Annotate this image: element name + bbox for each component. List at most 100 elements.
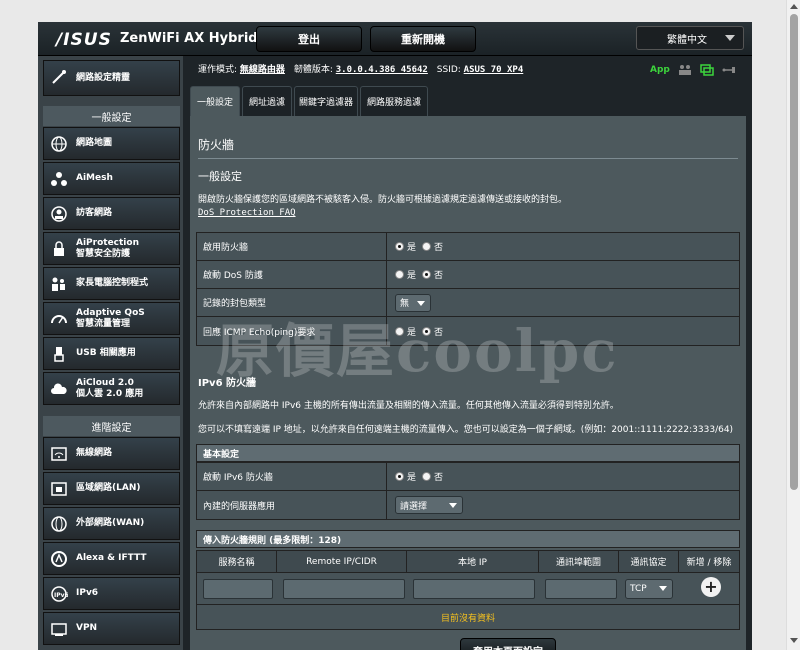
general-settings-heading: 一般設定 — [43, 106, 180, 126]
add-rule-button[interactable]: + — [701, 577, 721, 597]
sidebar-item-quick-setup[interactable]: 網路設定精靈 — [43, 60, 180, 96]
clients-icon[interactable] — [678, 64, 692, 76]
column-header: 通訊協定 — [619, 551, 679, 573]
logout-button[interactable]: 登出 — [256, 26, 362, 52]
sidebar-item-usb[interactable]: USB 相關應用 — [43, 337, 180, 370]
network-status-icon[interactable] — [700, 64, 714, 76]
sidebar-item-parental-control[interactable]: 家長電腦控制程式 — [43, 267, 180, 300]
sidebar-item-vpn[interactable]: VPN — [43, 612, 180, 645]
lan-icon — [51, 482, 67, 496]
firmware-link[interactable]: 3.0.0.4.386_45642 — [336, 65, 428, 75]
logged-packets-label: 記錄的封包類型 — [197, 289, 387, 316]
vpn-icon — [51, 623, 67, 636]
table-row: 記錄的封包類型 無 — [197, 289, 739, 317]
operation-mode-link[interactable]: 無線路由器 — [240, 65, 285, 75]
enable-firewall-label: 啟用防火牆 — [197, 233, 387, 260]
sidebar-item-label: 家長電腦控制程式 — [76, 278, 149, 288]
family-icon — [52, 277, 65, 291]
scrollbar-thumb[interactable] — [790, 14, 798, 490]
enable-firewall-yes-radio[interactable] — [395, 242, 404, 251]
sidebar-item-guest-network[interactable]: 訪客網路 — [43, 197, 180, 230]
plus-icon: + — [704, 577, 718, 596]
sidebar-item-adaptive-qos[interactable]: Adaptive QoS 智慧流量管理 — [43, 302, 180, 335]
sidebar-item-aimesh[interactable]: AiMesh — [43, 162, 180, 195]
divider — [198, 158, 738, 159]
service-name-input[interactable] — [203, 579, 273, 599]
enable-firewall-no-radio[interactable] — [422, 242, 432, 251]
icmp-echo-yes-radio[interactable] — [395, 326, 404, 336]
cloud-icon — [51, 383, 67, 394]
svg-text:IPv6: IPv6 — [54, 592, 68, 599]
chevron-down-icon — [659, 586, 667, 591]
language-select[interactable]: 繁體中文 — [636, 26, 744, 50]
table-row: 回應 ICMP Echo(ping)要求 是 否 — [197, 317, 739, 345]
ipv6-firewall-title: IPv6 防火牆 — [198, 378, 257, 389]
tab-keyword-filter[interactable]: 關鍵字過濾器 — [294, 86, 358, 116]
ipv6-firewall-no-radio[interactable] — [422, 472, 432, 481]
page-title: 防火牆 — [198, 138, 235, 152]
sidebar-item-ipv6[interactable]: IPv6 IPv6 — [43, 577, 180, 610]
ssid-link[interactable]: ASUS_70_XP4 — [464, 65, 524, 75]
sidebar-item-network-map[interactable]: 網路地圖 — [43, 127, 180, 160]
sidebar-item-wireless[interactable]: 無線網路 — [43, 437, 180, 470]
logged-packets-select[interactable]: 無 — [395, 293, 431, 312]
ipv6-firewall-yes-radio[interactable] — [395, 472, 404, 481]
sidebar-item-label: 外部網路(WAN) — [76, 518, 145, 528]
column-header: 服務名稱 — [197, 551, 277, 573]
icmp-echo-no-radio[interactable] — [422, 326, 432, 336]
dos-protection-yes-radio[interactable] — [395, 270, 404, 279]
status-icons: App — [650, 64, 736, 76]
guest-network-icon — [51, 206, 67, 222]
tab-url-filter[interactable]: 網址過濾 — [242, 86, 292, 116]
app-link[interactable]: App — [650, 65, 670, 75]
wifi-icon — [51, 447, 67, 461]
sidebar-item-label: 訪客網路 — [76, 208, 113, 218]
builtin-server-select[interactable]: 請選擇 — [395, 496, 463, 514]
section-title-general: 一般設定 — [198, 170, 242, 183]
dos-faq-link[interactable]: DoS Protection FAQ — [198, 208, 296, 218]
reboot-button[interactable]: 重新開機 — [370, 26, 476, 52]
sidebar: 網路設定精靈 一般設定 網路地圖 AiMesh 訪客網路 AiProtectio… — [38, 56, 183, 650]
protocol-select[interactable]: TCP — [625, 579, 673, 599]
sidebar-item-label: Adaptive QoS 智慧流量管理 — [76, 307, 145, 329]
column-header: 通訊埠範圍 — [539, 551, 619, 573]
enable-ipv6-firewall-label: 啟動 IPv6 防火牆 — [197, 463, 387, 490]
scroll-down-icon[interactable] — [790, 638, 798, 643]
column-header: Remote IP/CIDR — [277, 551, 407, 573]
remote-ip-input[interactable] — [283, 579, 405, 599]
sidebar-item-alexa-ifttt[interactable]: Alexa & IFTTT — [43, 542, 180, 575]
sidebar-item-aicloud[interactable]: AiCloud 2.0 個人雲 2.0 應用 — [43, 372, 180, 405]
sidebar-item-aiprotection[interactable]: AiProtection 智慧安全防護 — [43, 232, 180, 265]
usb-status-icon[interactable] — [722, 64, 736, 76]
ipv6-description: 允許來自內部網路中 IPv6 主機的所有傳出流量及相關的傳入流量。任何其他傳入流… — [198, 401, 619, 411]
sidebar-item-lan[interactable]: 區域網路(LAN) — [43, 472, 180, 505]
port-range-input[interactable] — [545, 579, 617, 599]
inbound-rules-heading: 傳入防火牆規則 (最多限制：128) — [196, 530, 740, 548]
globe-icon — [51, 136, 67, 152]
firewall-description: 開啟防火牆保護您的區域網路不被駭客入侵。防火牆可根據過濾規定過濾傳送或接收的封包… — [198, 195, 568, 205]
scroll-up-icon[interactable] — [790, 4, 798, 9]
sidebar-item-label: VPN — [76, 623, 98, 633]
table-row: 啟動 IPv6 防火牆 是 否 — [197, 463, 739, 491]
table-row: 啟動 DoS 防護 是 否 — [197, 261, 739, 289]
chevron-down-icon — [417, 300, 425, 306]
apply-button[interactable]: 套用本頁面設定 — [460, 638, 556, 650]
tab-network-services-filter[interactable]: 網路服務過濾 — [360, 86, 428, 116]
page-scrollbar[interactable] — [786, 0, 800, 650]
builtin-server-label: 內建的伺服器應用 — [197, 491, 387, 519]
local-ip-input[interactable] — [413, 579, 535, 599]
icmp-echo-label: 回應 ICMP Echo(ping)要求 — [197, 317, 387, 345]
mesh-icon — [51, 172, 67, 186]
language-value: 繁體中文 — [667, 34, 707, 46]
chevron-down-icon — [449, 503, 457, 508]
ssid-label: SSID: — [436, 65, 461, 75]
alexa-icon — [51, 551, 67, 567]
no-data-message: 目前沒有資料 — [196, 604, 740, 630]
router-admin-frame: /ISUS ZenWiFi AX Hybrid 登出 重新開機 繁體中文 網路設… — [38, 22, 752, 650]
sidebar-item-wan[interactable]: 外部網路(WAN) — [43, 507, 180, 540]
dos-protection-no-radio[interactable] — [422, 270, 432, 279]
sidebar-item-label: AiProtection 智慧安全防護 — [76, 237, 139, 259]
status-line: 運作模式: 無線路由器 韌體版本: 3.0.0.4.386_45642 SSID… — [198, 62, 529, 75]
column-header: 本地 IP — [407, 551, 539, 573]
tab-general[interactable]: 一般設定 — [190, 86, 240, 116]
